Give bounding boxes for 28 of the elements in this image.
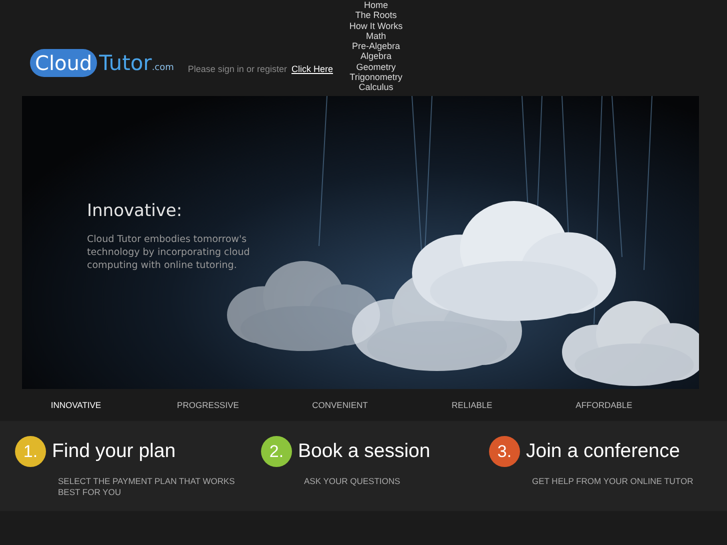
step-title: Join a conference (526, 440, 680, 463)
nav-link[interactable]: Algebra (360, 51, 392, 62)
nav-link[interactable]: How It Works (349, 20, 403, 31)
step-number: 1. (15, 436, 46, 467)
slide-text: Cloud Tutor embodies tomorrow's technology by incorporating cloud computing with online tutoring. (87, 233, 251, 272)
register-link[interactable]: Click Here (291, 64, 333, 74)
step-number: 3. (489, 436, 520, 467)
step-title: Find your plan (52, 440, 176, 463)
nav-link[interactable]: Calculus (358, 82, 394, 93)
nav-link[interactable]: Math (366, 30, 386, 42)
nav-link[interactable]: The Roots (355, 10, 397, 21)
slide-tab[interactable]: RELIABLE (406, 396, 538, 414)
nav-link[interactable]: Pre-Algebra (352, 41, 400, 52)
step-subtitle: GET HELP FROM YOUR ONLINE TUTOR (532, 476, 694, 487)
step-number: 2. (261, 436, 292, 467)
nav-link[interactable]: Trigonometry (350, 72, 402, 82)
signin-text: Please sign in or register (188, 64, 287, 74)
slide-tab[interactable]: INNOVATIVE (10, 396, 142, 414)
slide-tab[interactable]: CONVENIENT (274, 396, 406, 414)
slide-title: Innovative: (87, 201, 184, 221)
slide-tab[interactable]: AFFORDABLE (538, 396, 670, 414)
step-subtitle: ASK YOUR QUESTIONS (304, 476, 402, 487)
slide-tab[interactable]: PROGRESSIVE (142, 396, 274, 414)
step-title: Book a session (298, 440, 430, 463)
step-subtitle: SELECT THE PAYMENT PLAN THAT WORKS BEST FOR YOU (58, 476, 236, 498)
nav-link[interactable]: Geometry (356, 62, 396, 72)
site-logo[interactable]: Cloud Tutor.com (30, 49, 174, 77)
nav-link[interactable]: Home (364, 0, 388, 10)
